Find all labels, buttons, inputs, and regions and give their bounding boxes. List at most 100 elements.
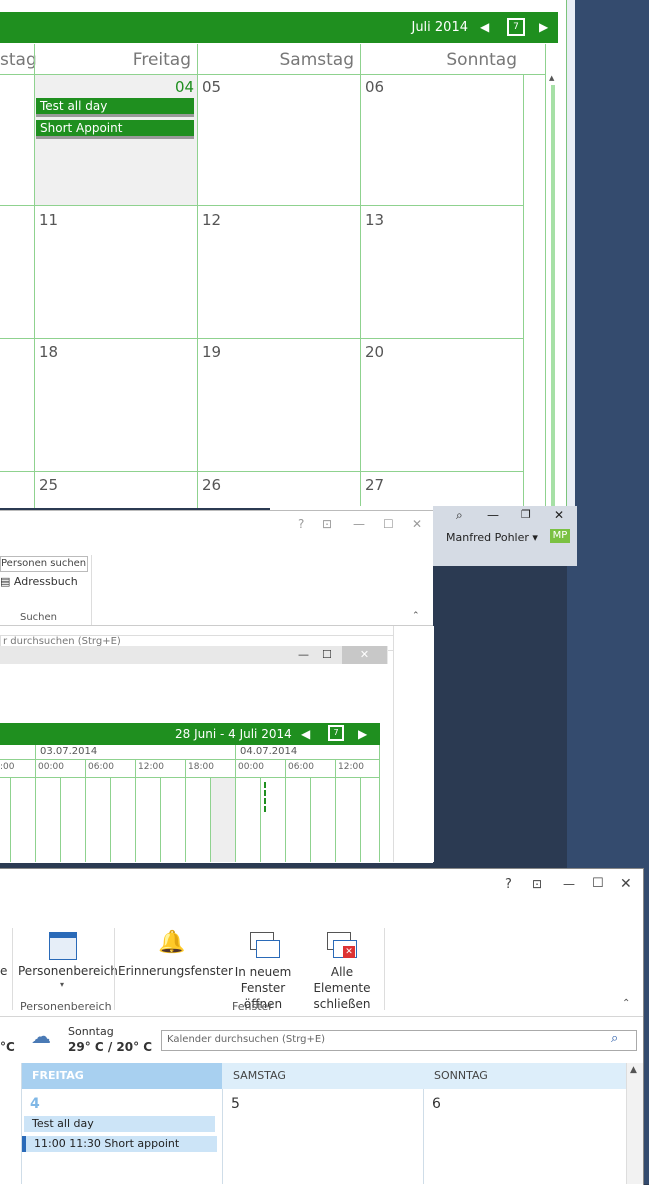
grid-line [285,760,286,862]
day-cell-today[interactable] [35,75,197,205]
help-icon[interactable]: ? [298,517,304,531]
grid-line [210,778,211,862]
day-number: 6 [432,1096,441,1112]
event-all-day[interactable]: Test all day [36,98,194,117]
vertical-scrollbar[interactable]: ▲ [626,1063,643,1184]
close-x-icon: ✕ [343,946,355,958]
open-new-window-button[interactable]: In neuem Fenster öffnen [224,926,302,1011]
minimize-icon[interactable]: — [298,648,309,661]
window-top-strip [0,0,566,12]
grid-line [135,760,136,862]
divider [114,928,115,1010]
week-range-title: 28 Juni - 4 Juli 2014 [175,727,292,741]
people-search-box[interactable]: Personen suchen [0,556,88,572]
month-title: Juli 2014 [411,20,468,35]
day-number: 27 [365,476,385,494]
day-number: 06 [365,78,385,96]
collapse-ribbon-icon[interactable]: ⌃ [412,611,420,621]
close-all-items-button[interactable]: ✕ Alle Elemente schließen [303,926,381,1011]
event-all-day[interactable]: Test all day [22,1116,215,1132]
prev-month-button[interactable]: ◀ [480,20,489,34]
ribbon-display-icon[interactable]: ⊡ [322,517,332,531]
grid-line [360,44,361,508]
weekday-saturday: Samstag [279,50,355,70]
people-pane-label: Personenbereich [18,964,118,978]
grid-line [10,778,11,862]
maximize-icon[interactable]: ☐ [592,876,604,891]
time-label: 00:00 [38,762,64,772]
collapse-ribbon-icon[interactable]: ⌃ [622,998,630,1009]
grid-line [35,745,36,862]
close-icon[interactable]: ✕ [342,646,387,664]
search-icon[interactable]: ⌕ [611,1031,618,1046]
grid-line [222,1089,223,1184]
today-calendar-icon[interactable]: 7 [507,18,525,36]
grid-line [379,745,380,862]
time-label: 00:00 [238,762,264,772]
minimize-icon[interactable]: — [353,517,365,531]
address-book-button[interactable]: ▤ Adressbuch [0,575,78,588]
day-number-today: 4 [30,1096,40,1112]
user-name-label: Manfred Pohler [446,531,529,544]
day-header-today[interactable]: FREITAG [22,1063,222,1089]
close-icon[interactable]: ✕ [620,876,632,892]
restore-icon[interactable]: ❐ [521,508,531,521]
address-book-icon: ▤ [0,575,11,588]
weather-temp-partial: °C [0,1040,15,1054]
day-number: 11 [39,211,59,229]
event-appointment[interactable]: Short Appoint [36,120,194,139]
prev-week-button[interactable]: ◀ [301,727,310,741]
calendar-search-input[interactable]: Kalender durchsuchen (Strg+E) ⌕ [161,1030,637,1051]
maximize-icon[interactable]: ☐ [322,648,332,661]
maximize-icon[interactable]: ☐ [383,517,394,531]
grid-line [160,778,161,862]
ribbon-button-partial[interactable]: e [0,964,7,978]
user-name[interactable]: Manfred Pohler ▾ [446,531,538,544]
scroll-up-arrow-icon[interactable]: ▲ [549,74,554,82]
weather-day: Sonntag [68,1025,114,1038]
day-number: 19 [202,343,222,361]
window-edge [567,0,575,508]
weekday-friday: Freitag [132,50,191,70]
grid-line [260,778,261,862]
reminders-window-button[interactable]: 🔔 Erinnerungsfenster [118,926,233,996]
grid-line [0,471,524,472]
close-icon[interactable]: ✕ [554,508,564,522]
minimize-icon[interactable]: — [487,508,499,522]
avatar[interactable]: MP [550,529,570,543]
side-panel [393,626,434,862]
grid-line [0,338,524,339]
divider [384,928,385,1010]
new-window-icon-front [256,940,280,958]
day-header-label: SAMSTAG [233,1069,286,1082]
day-header-label: SONNTAG [434,1069,488,1082]
reminders-window-label: Erinnerungsfenster [118,964,233,978]
weather-temps: 29° C / 20° C [68,1040,153,1054]
chevron-down-icon[interactable]: ▾ [60,980,64,989]
weather-cloud-icon: ☁ [31,1024,51,1048]
current-time-marker [264,782,268,812]
search-icon[interactable]: ⌕ [456,508,463,523]
day-number-today: 04 [175,78,195,96]
grid-line [235,745,236,862]
minimize-icon[interactable]: — [563,877,575,891]
close-icon[interactable]: ✕ [412,517,422,531]
date-label: 04.07.2014 [240,746,298,757]
grid-line [0,205,524,206]
day-number: 5 [231,1096,240,1112]
ribbon-display-icon[interactable]: ⊡ [532,877,542,891]
scrollbar-thumb[interactable] [551,85,555,508]
time-label: 06:00 [88,762,114,772]
close-all-items-label: Alle Elemente schließen [313,965,371,1011]
address-book-label: Adressbuch [13,575,78,588]
today-calendar-icon[interactable]: 7 [328,725,344,741]
event-appointment[interactable]: 11:00 11:30 Short appoint [22,1136,217,1152]
calendar-header-bar: Juli 2014 ◀ 7 ▶ [0,12,558,43]
people-pane-button[interactable]: Personenbereich ▾ [18,926,118,996]
help-icon[interactable]: ? [505,877,512,892]
ribbon-group-label: Suchen [20,612,58,623]
next-week-button[interactable]: ▶ [358,727,367,741]
date-label: 03.07.2014 [40,746,98,757]
scroll-up-arrow-icon[interactable]: ▲ [630,1065,637,1075]
next-month-button[interactable]: ▶ [539,20,548,34]
